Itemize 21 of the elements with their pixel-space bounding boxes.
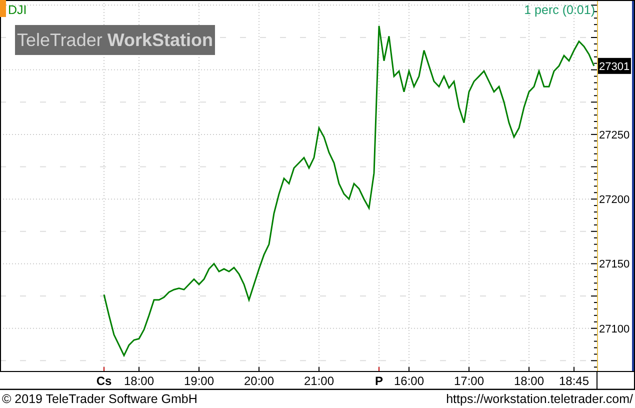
axis-label: 16:00 — [394, 374, 424, 388]
axis-label: 27250 — [599, 129, 630, 142]
session-label: P — [375, 374, 383, 388]
symbol-label: DJI — [8, 2, 27, 19]
axis-label: 18:00 — [124, 374, 154, 388]
interval-label: 1 perc (0:01) — [524, 2, 595, 19]
axis-label: 20:00 — [244, 374, 274, 388]
logo: TeleTrader WorkStation — [15, 25, 215, 55]
axis-label: 18:45 — [558, 374, 590, 388]
price-marker: 27301 — [598, 58, 631, 74]
axis-label: 27150 — [599, 258, 630, 271]
symbol-marker — [0, 0, 6, 17]
session-label: Cs — [96, 374, 112, 388]
axis-label: 19:00 — [184, 374, 214, 388]
axis-label: 27100 — [599, 323, 630, 336]
axis-label: 18:00 — [514, 374, 544, 388]
axis-label: 17:00 — [454, 374, 484, 388]
website-link[interactable]: https://workstation.teletrader.com/ — [446, 390, 633, 408]
copyright-text: © 2019 TeleTrader Software GmbH — [2, 390, 198, 408]
axis-label: 21:00 — [304, 374, 334, 388]
axis-label: 27200 — [599, 194, 630, 206]
